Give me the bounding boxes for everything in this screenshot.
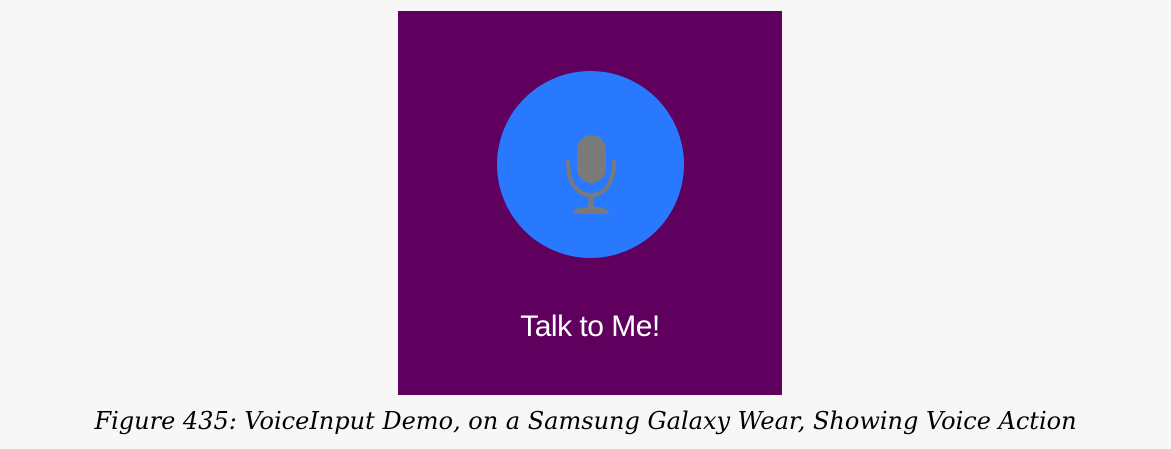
figure-caption: Figure 435: VoiceInput Demo, on a Samsun…: [94, 407, 1077, 435]
page: Talk to Me! Figure 435: VoiceInput Demo,…: [0, 0, 1171, 449]
microphone-icon: [566, 135, 616, 214]
prompt-label: Talk to Me!: [520, 310, 660, 343]
watch-screen: Talk to Me!: [398, 11, 782, 395]
voice-input-button[interactable]: [497, 71, 684, 258]
